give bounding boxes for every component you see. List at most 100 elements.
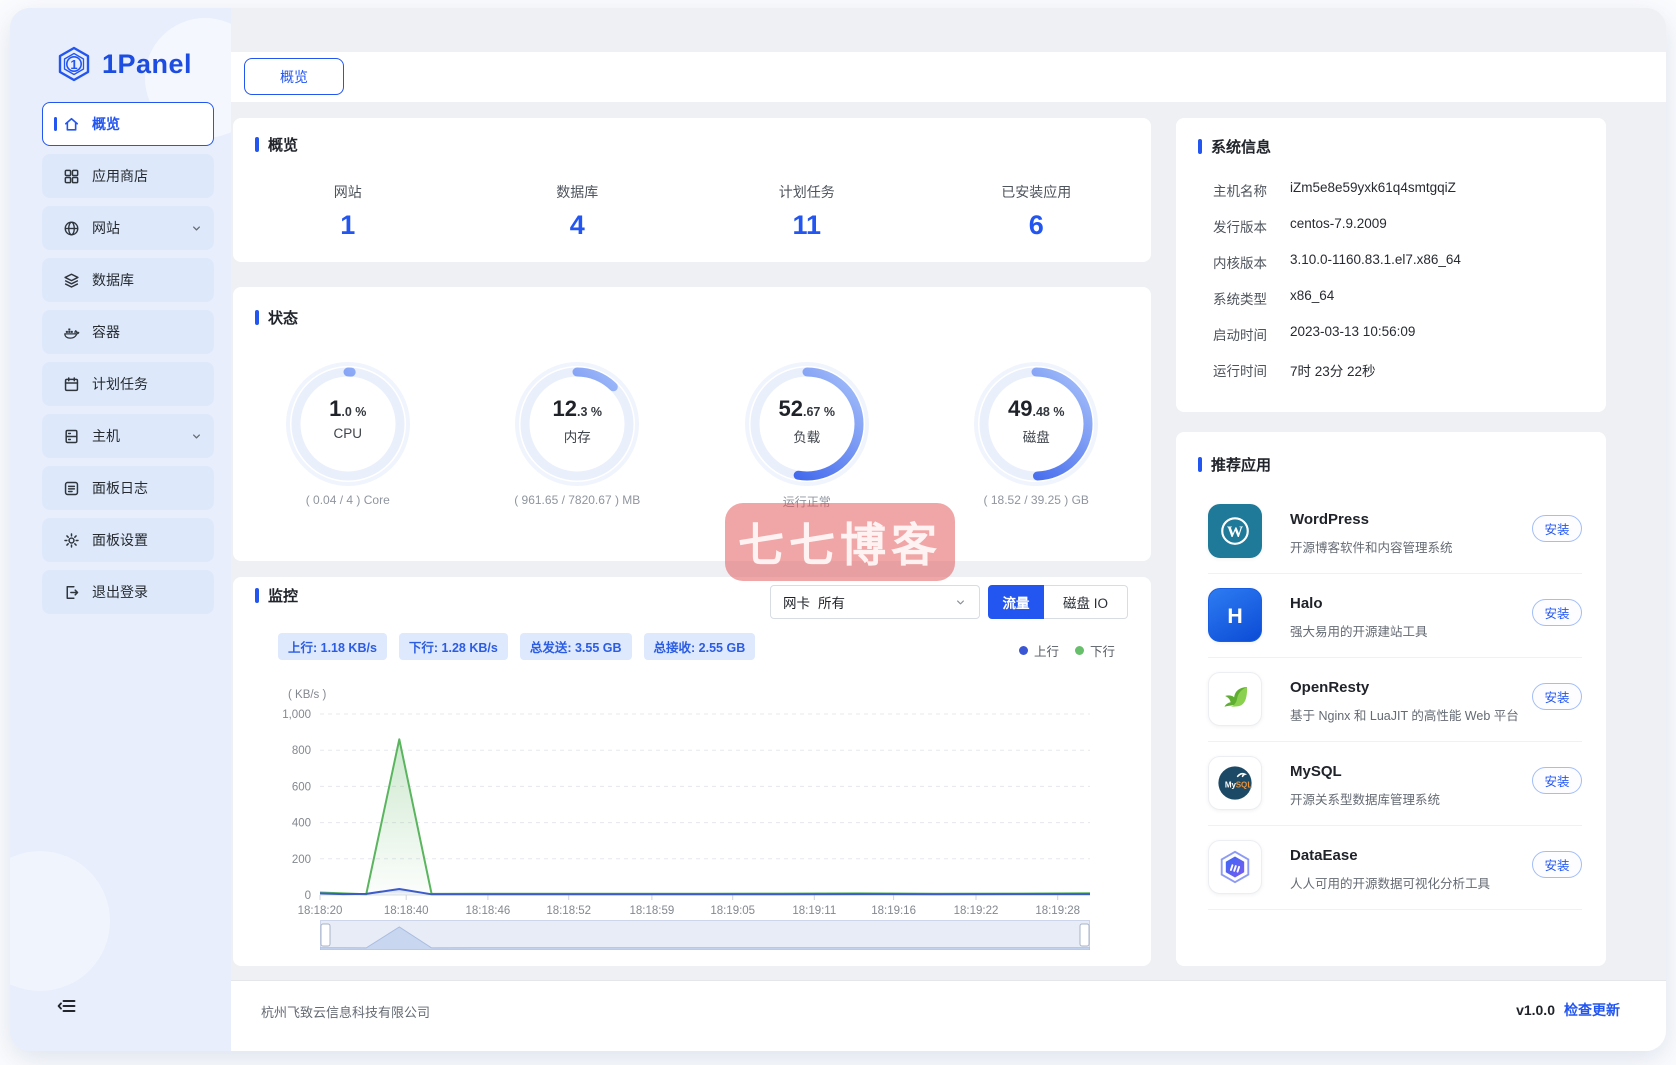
gauge-value-dec: .48 %: [1032, 405, 1065, 419]
info-row-boot-time: 启动时间 2023-03-13 10:56:09: [1213, 324, 1582, 346]
sidebar-item-label: 计划任务: [92, 376, 148, 392]
gauge-label: CPU: [333, 426, 362, 441]
appstore-icon: [63, 168, 80, 185]
info-value: centos-7.9.2009: [1290, 216, 1387, 231]
info-row-uptime: 运行时间 7时 23分 22秒: [1213, 360, 1582, 382]
host-icon: [63, 428, 80, 445]
sidebar-item-database[interactable]: 数据库: [42, 258, 214, 302]
sidebar-item-label: 退出登录: [92, 584, 148, 600]
gauge-sub-disk: ( 18.52 / 39.25 ) GB: [983, 493, 1089, 507]
stat-label: 数据库: [556, 184, 599, 200]
gauge-value-dec: .0 %: [341, 405, 367, 419]
wordpress-icon: W: [1208, 504, 1262, 558]
brand-logo: 1 1Panel: [55, 45, 192, 83]
overview-stats: 网站 1 数据库 4 计划任务 11 已安装应用 6: [233, 182, 1151, 241]
tab-bar: 概览: [231, 52, 1666, 102]
gauge-load: 52.67 % 负载: [743, 360, 871, 488]
overview-card-title: 概览: [255, 134, 298, 155]
sidebar-item-host[interactable]: 主机: [42, 414, 214, 458]
database-icon: [63, 272, 80, 289]
svg-text:1,000: 1,000: [282, 709, 311, 721]
app-row-mysql: My SQL MySQL 开源关系型数据库管理系统 安装: [1208, 742, 1582, 826]
check-update-link[interactable]: 检查更新: [1564, 1000, 1620, 1020]
info-label: 主机名称: [1213, 184, 1267, 199]
gauge-memory: 12.3 % 内存: [513, 360, 641, 488]
info-label: 系统类型: [1213, 292, 1267, 307]
stat-label: 网站: [333, 184, 362, 200]
app-desc: 基于 Nginx 和 LuaJIT 的高性能 Web 平台: [1290, 709, 1519, 723]
sidebar-item-logout[interactable]: 退出登录: [42, 570, 214, 614]
globe-icon: [63, 220, 80, 237]
sidebar-item-overview[interactable]: 概览: [42, 102, 214, 146]
sidebar-item-website[interactable]: 网站: [42, 206, 214, 250]
svg-text:400: 400: [292, 818, 311, 830]
gauge-sub-cpu: ( 0.04 / 4 ) Core: [305, 493, 390, 507]
install-button[interactable]: 安装: [1532, 851, 1582, 878]
traffic-chart: 0 200 400 600 800 1,000 ( KB/s ) 18:18:20 18:18:…: [282, 689, 1091, 917]
svg-text:18:19:16: 18:19:16: [871, 905, 916, 917]
sidebar-item-appstore[interactable]: 应用商店: [42, 154, 214, 198]
svg-text:18:19:28: 18:19:28: [1035, 905, 1080, 917]
stat-value: 11: [792, 210, 822, 240]
footer: 杭州飞致云信息科技有限公司 v1.0.0 检查更新: [231, 980, 1666, 1051]
gauge-value-int: 1: [329, 396, 342, 421]
stat-databases[interactable]: 数据库 4: [463, 182, 693, 241]
gauge-value-int: 12: [552, 396, 577, 421]
gauge-cpu: 1.0 % CPU: [284, 360, 412, 488]
active-indicator: [54, 117, 57, 131]
tab-overview[interactable]: 概览: [244, 58, 344, 95]
card-title-text: 状态: [268, 310, 299, 327]
1panel-dashboard: 1 1Panel 概览 应用商店 网站 数据库 容器 计划任务 主机 面板日志 …: [0, 0, 1676, 1065]
version-label: v1.0.0: [1516, 1002, 1555, 1018]
install-button[interactable]: 安装: [1532, 683, 1582, 710]
svg-text:1: 1: [70, 57, 77, 72]
sidebar-item-label: 容器: [92, 324, 120, 340]
calendar-icon: [63, 376, 80, 393]
info-label: 内核版本: [1213, 256, 1267, 271]
app-desc: 强大易用的开源建站工具: [1290, 625, 1428, 639]
gauge-value-dec: .67 %: [803, 405, 835, 419]
sidebar-item-label: 面板设置: [92, 532, 148, 548]
info-row-distribution: 发行版本 centos-7.9.2009: [1213, 216, 1582, 238]
stat-installed-apps[interactable]: 已安装应用 6: [922, 182, 1152, 241]
card-title-text: 系统信息: [1211, 139, 1272, 156]
logout-icon: [63, 584, 80, 601]
info-value: 2023-03-13 10:56:09: [1290, 324, 1416, 339]
install-button[interactable]: 安装: [1532, 767, 1582, 794]
gauge-value-dec: .3 %: [576, 405, 602, 419]
log-icon: [63, 480, 80, 497]
sidebar-item-label: 面板日志: [92, 480, 148, 496]
svg-text:18:18:59: 18:18:59: [630, 905, 675, 917]
status-card-title: 状态: [255, 307, 298, 328]
sidebar-item-panel-settings[interactable]: 面板设置: [42, 518, 214, 562]
app-window: 1 1Panel 概览 应用商店 网站 数据库 容器 计划任务 主机 面板日志 …: [10, 8, 1666, 1051]
svg-text:18:18:46: 18:18:46: [466, 905, 511, 917]
mysql-icon: My SQL: [1208, 756, 1262, 810]
install-button[interactable]: 安装: [1532, 515, 1582, 542]
sidebar-item-container[interactable]: 容器: [42, 310, 214, 354]
brand-name: 1Panel: [102, 48, 193, 79]
app-row-wordpress: W WordPress 开源博客软件和内容管理系统 安装: [1208, 490, 1582, 574]
sidebar-item-panel-logs[interactable]: 面板日志: [42, 466, 214, 510]
gauge-sub-memory: ( 961.65 / 7820.67 ) MB: [514, 493, 641, 507]
chevron-down-icon: [190, 222, 203, 235]
app-list: W WordPress 开源博客软件和内容管理系统 安装 H Halo 强大易用…: [1176, 490, 1606, 910]
stat-websites[interactable]: 网站 1: [233, 182, 463, 241]
svg-text:( KB/s ): ( KB/s ): [288, 689, 327, 701]
stat-cronjobs[interactable]: 计划任务 11: [692, 182, 922, 241]
install-button[interactable]: 安装: [1532, 599, 1582, 626]
title-accent-bar: [1198, 457, 1202, 472]
info-label: 启动时间: [1213, 328, 1267, 343]
sidebar-item-label: 网站: [92, 220, 120, 236]
app-name: Halo: [1290, 595, 1323, 612]
stat-value: 1: [340, 210, 356, 240]
info-label: 发行版本: [1213, 220, 1267, 235]
info-value: iZm5e8e59yxk61q4smtgqiZ: [1290, 180, 1456, 195]
sidebar-item-cron[interactable]: 计划任务: [42, 362, 214, 406]
info-row-arch: 系统类型 x86_64: [1213, 288, 1582, 310]
gauge-value-int: 52: [778, 396, 803, 421]
datazoom-slider[interactable]: [319, 920, 1091, 951]
info-value: 7时 23分 22秒: [1290, 364, 1376, 379]
system-info-card: 系统信息 主机名称 iZm5e8e59yxk61q4smtgqiZ 发行版本 c…: [1176, 118, 1606, 412]
sidebar-collapse-button[interactable]: [57, 996, 77, 1016]
